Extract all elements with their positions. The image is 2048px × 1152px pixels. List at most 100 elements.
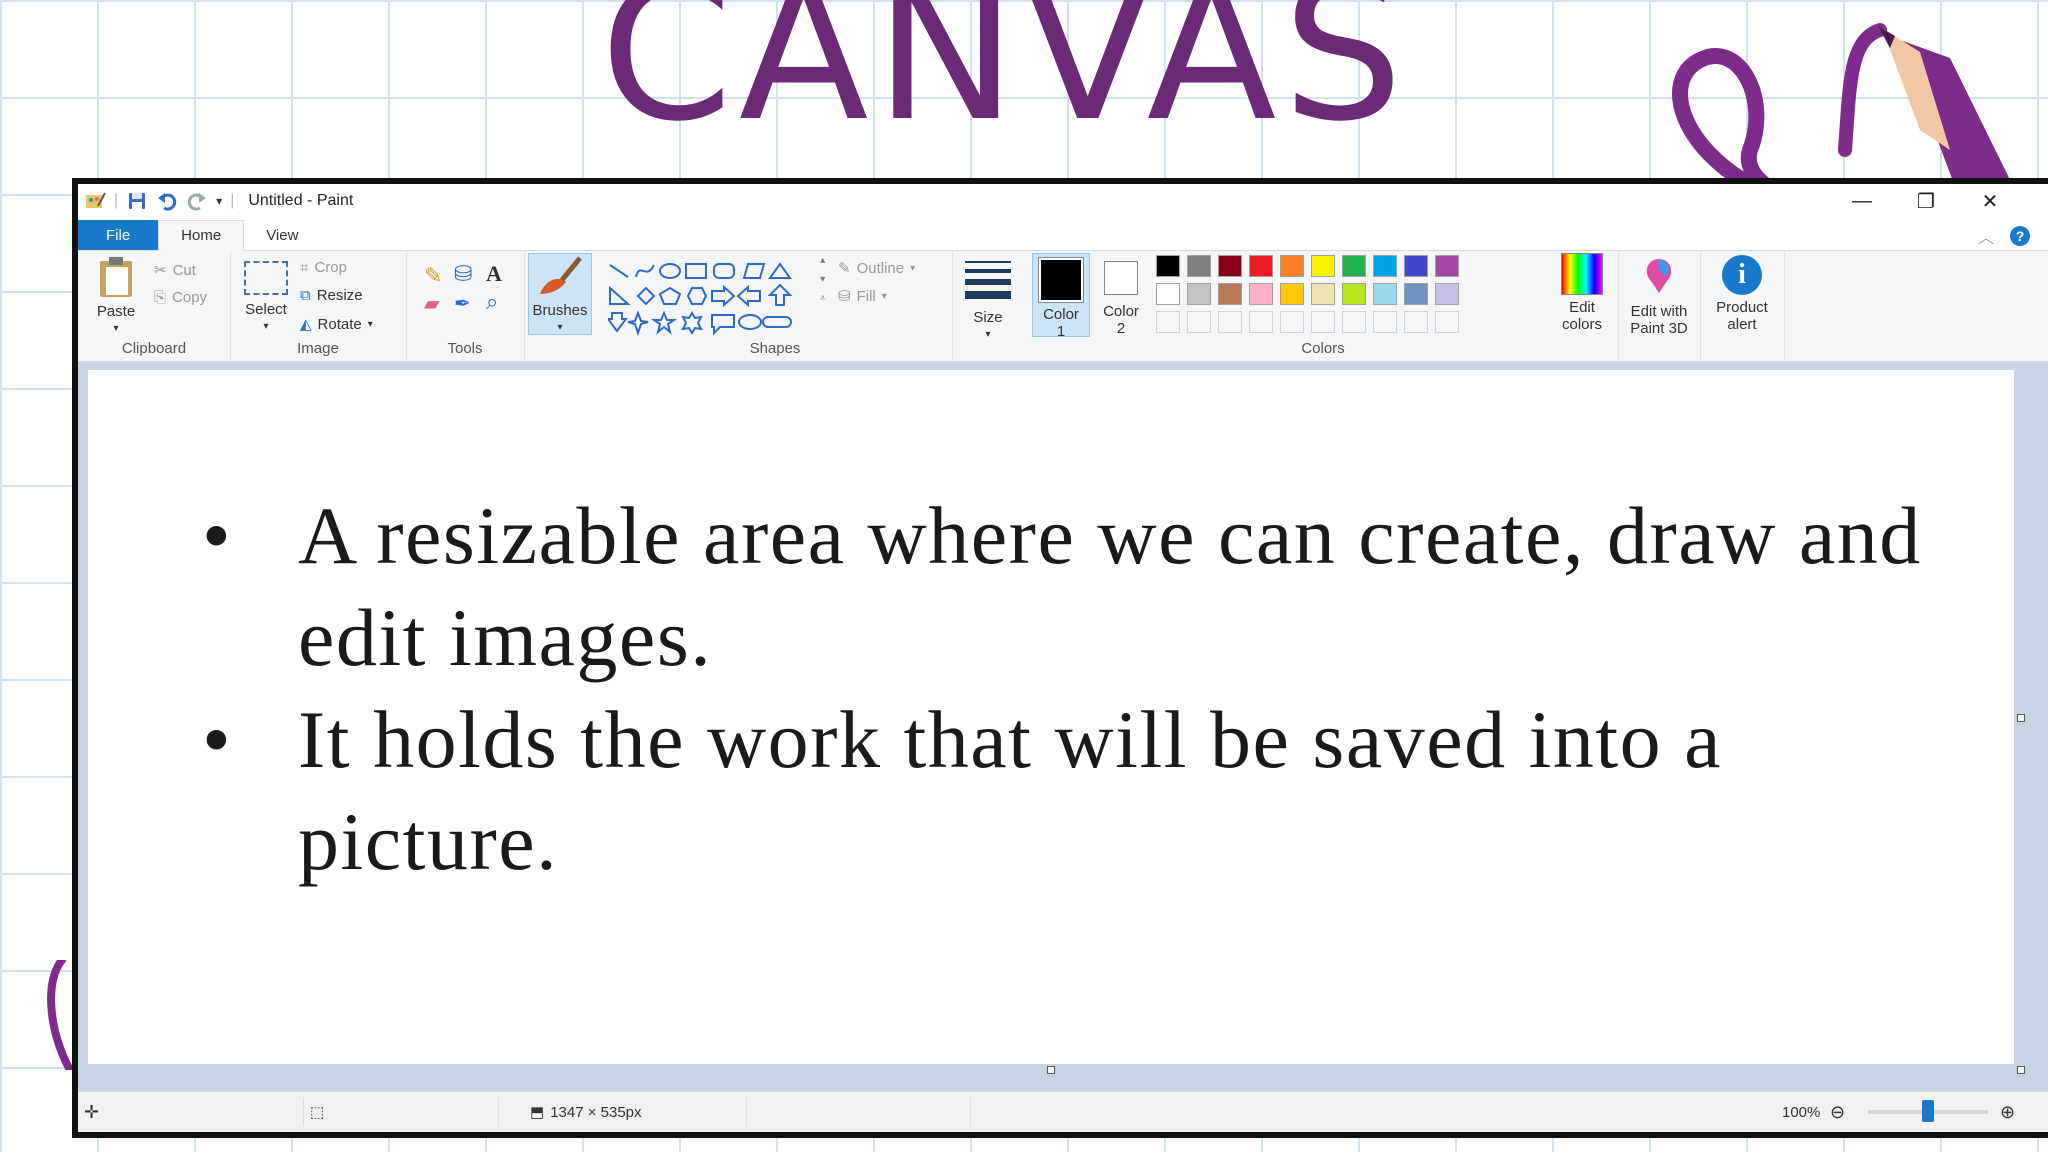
palette-swatch[interactable] (1156, 283, 1180, 305)
paint3d-icon (1646, 259, 1672, 293)
redo-icon[interactable] (186, 190, 208, 212)
save-icon[interactable] (126, 190, 148, 212)
fill-chevron-down-icon: ▾ (881, 290, 887, 302)
palette-swatch-empty[interactable] (1249, 311, 1273, 333)
canvas-work-area[interactable]: A resizable area where we can create, dr… (78, 362, 2048, 1102)
brushes-button[interactable]: Brushes ▾ (528, 253, 592, 335)
resize-handle-corner[interactable] (2017, 1066, 2025, 1074)
rotate-label: Rotate (317, 315, 362, 333)
clipboard-group-label: Clipboard (121, 340, 187, 357)
eraser-icon[interactable]: ▰ (424, 291, 439, 316)
outline-button[interactable]: ✎ Outline ▾ (838, 259, 916, 278)
palette-swatch[interactable] (1218, 283, 1242, 305)
quick-access-toolbar: | ▾ | (78, 190, 234, 212)
zoom-in-icon[interactable]: ⊕ (2000, 1092, 2015, 1132)
shapes-gallery-icon[interactable] (608, 261, 814, 337)
color1-swatch (1039, 258, 1083, 302)
outline-chevron-down-icon: ▾ (910, 262, 916, 274)
text-tool-icon[interactable]: A (486, 261, 502, 287)
color1-button[interactable]: Color 1 (1032, 253, 1090, 340)
restore-icon[interactable]: ❐ (1894, 184, 1958, 218)
tab-file[interactable]: File (78, 220, 159, 250)
palette-swatch[interactable] (1311, 255, 1335, 277)
tab-home[interactable]: Home (158, 220, 245, 251)
close-icon[interactable]: ✕ (1958, 184, 2022, 218)
palette-swatch[interactable] (1249, 283, 1273, 305)
palette-swatch[interactable] (1404, 283, 1428, 305)
fill-bucket-icon[interactable]: ⛁ (454, 261, 472, 287)
palette-swatch[interactable] (1187, 283, 1211, 305)
resize-handle-bottom[interactable] (1047, 1066, 1055, 1074)
resize-button[interactable]: ⧉ Resize (300, 287, 363, 304)
brushes-group: Brushes ▾ (524, 251, 598, 361)
paint3d-label-line2: Paint 3D (1630, 320, 1688, 337)
product-alert-label-line1: Product (1716, 299, 1768, 316)
palette-swatch-empty[interactable] (1218, 311, 1242, 333)
resize-handle-right[interactable] (2017, 714, 2025, 722)
shapes-scroll[interactable]: ▴ ▾ ⩡ (820, 255, 826, 304)
status-separator (970, 1098, 971, 1126)
crop-button[interactable]: ⌗ Crop (300, 259, 347, 276)
product-alert-button[interactable]: i Product alert (1704, 255, 1780, 333)
image-size-text: 1347 × 535px (550, 1103, 642, 1121)
status-separator (303, 1098, 304, 1126)
zoom-slider-track (1868, 1100, 1988, 1122)
size-button[interactable]: Size ▾ (958, 261, 1018, 343)
palette-swatch-empty[interactable] (1373, 311, 1397, 333)
palette-swatch-empty[interactable] (1435, 311, 1459, 333)
color-picker-icon[interactable]: ✒ (454, 291, 471, 316)
palette-swatch-empty[interactable] (1311, 311, 1335, 333)
zoom-out-icon[interactable]: ⊖ (1830, 1092, 1845, 1132)
palette-swatch-empty[interactable] (1404, 311, 1428, 333)
shapes-scroll-down-icon[interactable]: ▾ (820, 274, 825, 285)
magnifier-icon[interactable]: ⌕ (486, 289, 498, 315)
collapse-ribbon-chevron-up-icon[interactable]: ︿ (1978, 224, 1994, 248)
fill-label: Fill (856, 287, 876, 305)
palette-swatch-empty[interactable] (1187, 311, 1211, 333)
palette-swatch[interactable] (1435, 255, 1459, 277)
cut-button[interactable]: ✂ Cut (154, 261, 196, 280)
palette-swatch[interactable] (1404, 255, 1428, 277)
zoom-slider[interactable] (1868, 1092, 1988, 1132)
paste-button[interactable]: Paste ▾ (86, 255, 146, 337)
palette-swatch[interactable] (1342, 283, 1366, 305)
palette-swatch[interactable] (1156, 255, 1180, 277)
palette-swatch-empty[interactable] (1280, 311, 1304, 333)
color1-label-line2: 1 (1056, 323, 1066, 340)
select-button[interactable]: Select ▾ (238, 255, 294, 335)
tab-view[interactable]: View (244, 220, 320, 250)
undo-icon[interactable] (156, 190, 178, 212)
palette-swatch[interactable] (1373, 255, 1397, 277)
palette-swatch[interactable] (1342, 255, 1366, 277)
palette-swatch[interactable] (1218, 255, 1242, 277)
customize-qat-chevron-down-icon[interactable]: ▾ (216, 194, 222, 208)
copy-button[interactable]: ⎘ Copy (154, 289, 207, 306)
rotate-chevron-down-icon: ▾ (367, 318, 373, 330)
palette-swatch[interactable] (1373, 283, 1397, 305)
palette-swatch-empty[interactable] (1342, 311, 1366, 333)
help-icon[interactable]: ? (2010, 226, 2030, 246)
product-alert-group: i Product alert (1700, 251, 1785, 361)
palette-swatch[interactable] (1311, 283, 1335, 305)
palette-swatch[interactable] (1249, 255, 1273, 277)
palette-swatch[interactable] (1435, 283, 1459, 305)
color-wheel-icon (1561, 253, 1603, 295)
shapes-scroll-up-icon[interactable]: ▴ (820, 255, 825, 266)
fill-button[interactable]: ⛁ Fill ▾ (838, 287, 887, 306)
palette-swatch[interactable] (1280, 255, 1304, 277)
color2-swatch (1104, 261, 1138, 295)
shapes-expand-icon[interactable]: ⩡ (820, 293, 826, 304)
palette-swatch[interactable] (1280, 283, 1304, 305)
color2-button[interactable]: Color 2 (1094, 253, 1148, 337)
edit-with-paint3d-button[interactable]: Edit with Paint 3D (1622, 255, 1696, 337)
selection-rect-icon (244, 261, 288, 295)
palette-swatch-empty[interactable] (1156, 311, 1180, 333)
edit-colors-button[interactable]: Edit colors (1552, 253, 1612, 333)
drawing-canvas[interactable]: A resizable area where we can create, dr… (88, 370, 2014, 1064)
zoom-slider-thumb[interactable] (1922, 1100, 1934, 1122)
edit-colors-label-line2: colors (1561, 316, 1602, 333)
pencil-icon[interactable]: ✎ (424, 263, 442, 289)
palette-swatch[interactable] (1187, 255, 1211, 277)
rotate-button[interactable]: ◭ Rotate ▾ (300, 315, 373, 334)
minimize-icon[interactable]: — (1830, 184, 1894, 218)
